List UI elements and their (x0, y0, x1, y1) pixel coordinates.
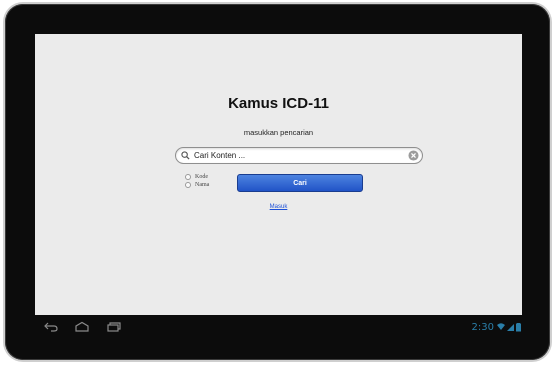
radio-kode[interactable] (185, 174, 191, 180)
back-icon[interactable] (43, 321, 59, 333)
search-button[interactable]: Cari (237, 174, 363, 192)
home-icon[interactable] (74, 321, 90, 333)
radio-label-nama: Nama (195, 182, 210, 188)
app-screen: Kamus ICD-11 masukkan pencarian Kode Nam… (35, 34, 522, 315)
signal-icon (507, 324, 514, 331)
login-link[interactable]: Masuk (35, 204, 522, 210)
search-input[interactable] (194, 148, 399, 163)
search-type-options: Kode Nama (185, 173, 209, 189)
radio-nama[interactable] (185, 182, 191, 188)
wifi-icon (497, 323, 505, 330)
search-icon (181, 151, 190, 160)
battery-icon (516, 323, 521, 332)
option-kode[interactable]: Kode (185, 173, 209, 181)
status-time: 2:30 (471, 322, 494, 333)
radio-label-kode: Kode (195, 174, 208, 180)
search-instruction: masukkan pencarian (243, 128, 314, 137)
clear-icon[interactable] (408, 150, 419, 161)
page-title: Kamus ICD-11 (228, 95, 329, 112)
recent-apps-icon[interactable] (106, 321, 122, 333)
option-nama[interactable]: Nama (185, 181, 209, 189)
system-nav-bar: 2:30 (35, 318, 522, 338)
status-icons (497, 323, 521, 332)
search-box[interactable] (175, 147, 423, 164)
